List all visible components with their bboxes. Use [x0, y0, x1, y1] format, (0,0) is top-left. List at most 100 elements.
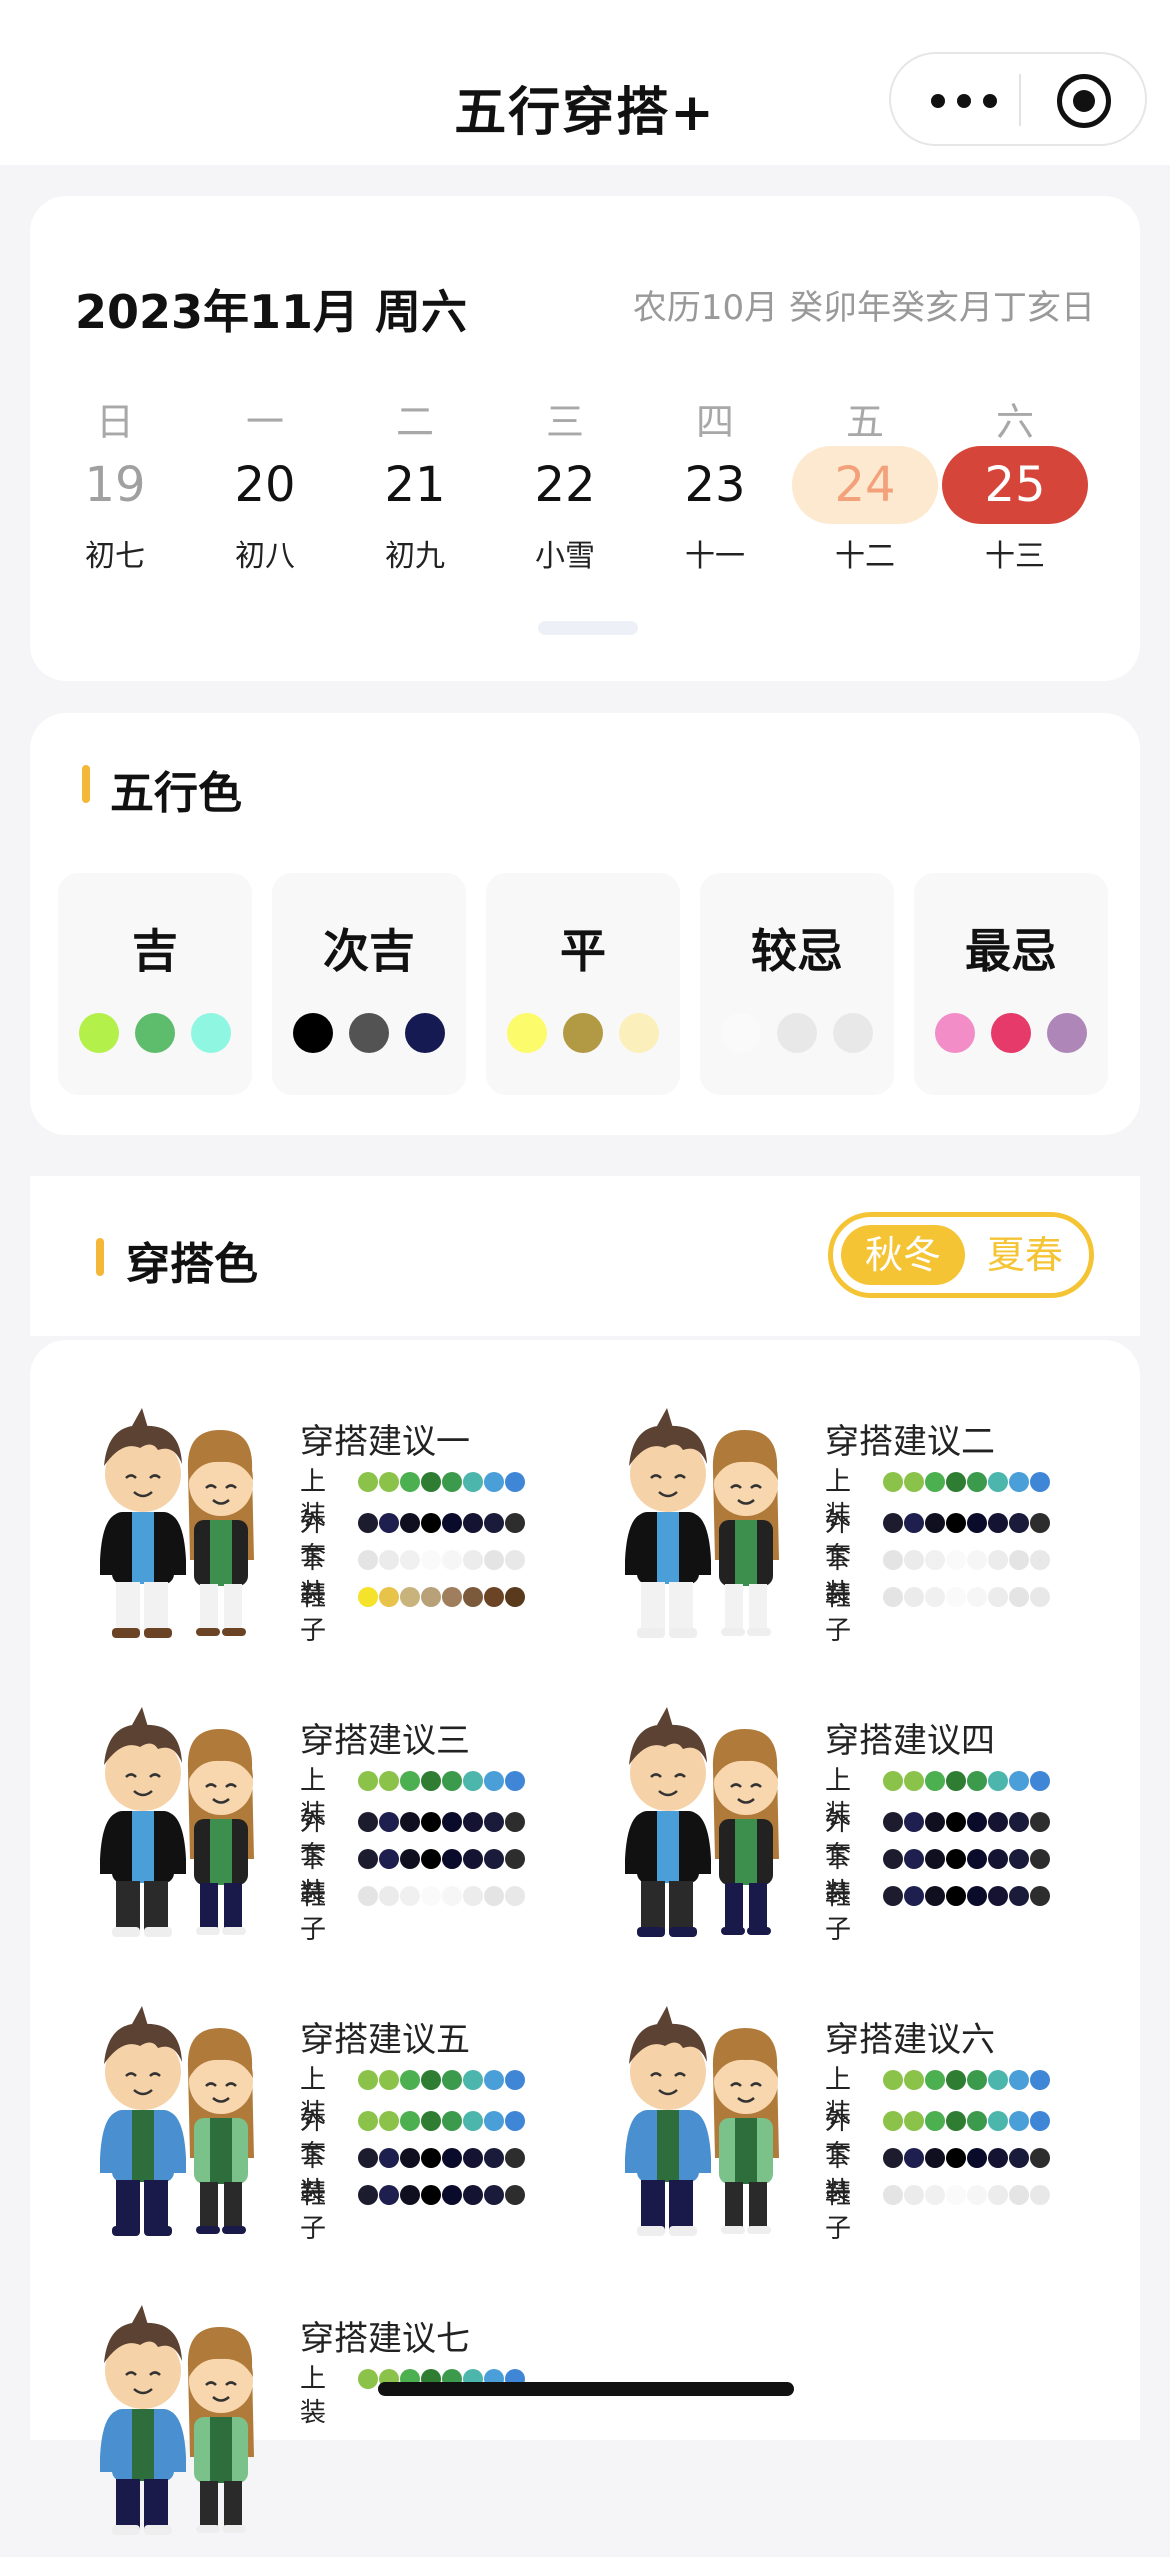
outfit-suggestion[interactable]: 穿搭建议五 上装 外套 下装 鞋子 — [82, 1998, 622, 2258]
outfit-color-swatch — [967, 2148, 987, 2168]
outfit-color-dots — [883, 1587, 1051, 1607]
outfit-color-swatch — [358, 2111, 378, 2131]
outfit-suggestion[interactable]: 穿搭建议七 上装 — [82, 2297, 622, 2557]
outfit-color-swatch — [421, 1550, 441, 1570]
outfit-color-swatch — [988, 2148, 1008, 2168]
color-group-label: 吉 — [132, 924, 178, 978]
outfit-suggestion[interactable]: 穿搭建议一 上装 外套 下装 鞋子 — [82, 1400, 622, 1660]
lunar-day: 初七 — [85, 539, 145, 574]
outfit-row-label: 鞋子 — [300, 1582, 327, 1646]
outfit-color-swatch — [463, 1513, 483, 1533]
outfit-color-swatch — [358, 2369, 378, 2389]
outfit-color-swatch — [505, 1513, 525, 1533]
outfit-color-dots — [883, 1513, 1051, 1533]
outfit-color-swatch — [379, 1812, 399, 1832]
outfit-suggestion[interactable]: 穿搭建议二 上装 外套 下装 鞋子 — [607, 1400, 1147, 1660]
outfit-color-swatch — [421, 2070, 441, 2090]
outfit-color-swatch — [484, 1550, 504, 1570]
outfit-color-dots — [358, 1812, 526, 1832]
outfit-color-swatch — [988, 2185, 1008, 2205]
outfit-color-swatch — [358, 1886, 378, 1906]
outfit-color-swatch — [946, 2185, 966, 2205]
outfit-color-swatch — [1030, 1886, 1050, 1906]
outfit-color-swatch — [379, 2148, 399, 2168]
outfit-color-swatch — [883, 1587, 903, 1607]
outfit-color-swatch — [925, 1771, 945, 1791]
outfit-color-swatch — [442, 1513, 462, 1533]
outfit-color-swatch — [379, 1771, 399, 1791]
outfit-color-swatch — [904, 1771, 924, 1791]
outfit-color-swatch — [925, 2185, 945, 2205]
season-autumn-winter[interactable]: 秋冬 — [841, 1225, 965, 1285]
outfit-row-label: 鞋子 — [300, 1881, 327, 1945]
outfit-color-swatch — [400, 1812, 420, 1832]
section-accent-bar — [82, 765, 90, 803]
outfit-color-swatch — [883, 1550, 903, 1570]
color-group-label: 平 — [560, 924, 606, 978]
outfit-color-swatch — [925, 1886, 945, 1906]
outfit-color-swatch — [379, 1472, 399, 1492]
outfit-color-dots — [358, 2148, 526, 2168]
outfit-color-swatch — [883, 2111, 903, 2131]
outfit-color-swatch — [358, 1812, 378, 1832]
color-swatch — [191, 1013, 231, 1053]
outfit-color-swatch — [1030, 1550, 1050, 1570]
nav-bar: 五行穿搭+ — [0, 0, 1170, 165]
color-group-label: 较忌 — [751, 924, 843, 978]
season-summer-spring[interactable]: 夏春 — [963, 1225, 1087, 1285]
couple-illustration — [82, 1998, 282, 2238]
outfit-color-swatch — [484, 1587, 504, 1607]
outfit-color-swatch — [442, 1886, 462, 1906]
outfit-color-swatch — [967, 1771, 987, 1791]
outfit-color-swatch — [1009, 1771, 1029, 1791]
outfit-color-swatch — [967, 1513, 987, 1533]
outfit-color-swatch — [925, 1812, 945, 1832]
outfit-color-swatch — [505, 1771, 525, 1791]
outfit-color-swatch — [379, 2185, 399, 2205]
outfit-color-swatch — [1009, 1812, 1029, 1832]
outfit-row-label: 鞋子 — [300, 2180, 327, 2244]
outfit-color-swatch — [421, 1812, 441, 1832]
week-scroll-indicator[interactable] — [538, 621, 638, 635]
outfit-color-swatch — [379, 1849, 399, 1869]
outfit-color-swatch — [904, 2070, 924, 2090]
outfit-color-swatch — [463, 1886, 483, 1906]
season-toggle[interactable]: 秋冬 夏春 — [828, 1212, 1094, 1298]
outfit-color-swatch — [400, 1472, 420, 1492]
mini-program-capsule — [889, 52, 1147, 146]
outfit-color-swatch — [421, 2185, 441, 2205]
outfit-suggestion[interactable]: 穿搭建议四 上装 外套 下装 鞋子 — [607, 1699, 1147, 1959]
outfit-color-swatch — [379, 1886, 399, 1906]
outfit-color-swatch — [484, 1886, 504, 1906]
outfit-title: 穿搭建议六 — [825, 2020, 995, 2060]
color-swatch — [777, 1013, 817, 1053]
outfit-color-swatch — [883, 2070, 903, 2090]
outfit-color-swatch — [946, 1587, 966, 1607]
outfit-color-swatch — [1030, 1587, 1050, 1607]
date-number: 20 — [234, 457, 296, 513]
couple-illustration — [82, 2297, 282, 2537]
outfit-color-swatch — [484, 1812, 504, 1832]
outfit-color-swatch — [442, 1812, 462, 1832]
outfit-color-swatch — [1030, 2148, 1050, 2168]
color-swatch — [619, 1013, 659, 1053]
outfit-color-swatch — [463, 2111, 483, 2131]
outfit-color-swatch — [988, 1812, 1008, 1832]
outfit-color-dots — [883, 2148, 1051, 2168]
outfit-color-swatch — [400, 1550, 420, 1570]
outfit-suggestion[interactable]: 穿搭建议三 上装 外套 下装 鞋子 — [82, 1699, 622, 1959]
outfit-suggestion[interactable]: 穿搭建议六 上装 外套 下装 鞋子 — [607, 1998, 1147, 2258]
outfit-color-swatch — [1009, 1472, 1029, 1492]
more-menu-icon[interactable] — [931, 90, 1001, 114]
outfit-color-swatch — [442, 1771, 462, 1791]
color-group: 平 — [486, 873, 680, 1095]
date-number: 19 — [84, 457, 146, 513]
outfit-color-swatch — [883, 1812, 903, 1832]
color-swatch — [935, 1013, 975, 1053]
outfit-color-swatch — [421, 1587, 441, 1607]
close-target-icon[interactable] — [1057, 74, 1111, 128]
outfit-color-swatch — [379, 2111, 399, 2131]
date-number: 24 — [834, 457, 896, 513]
outfit-color-swatch — [505, 2148, 525, 2168]
outfit-color-swatch — [421, 1472, 441, 1492]
